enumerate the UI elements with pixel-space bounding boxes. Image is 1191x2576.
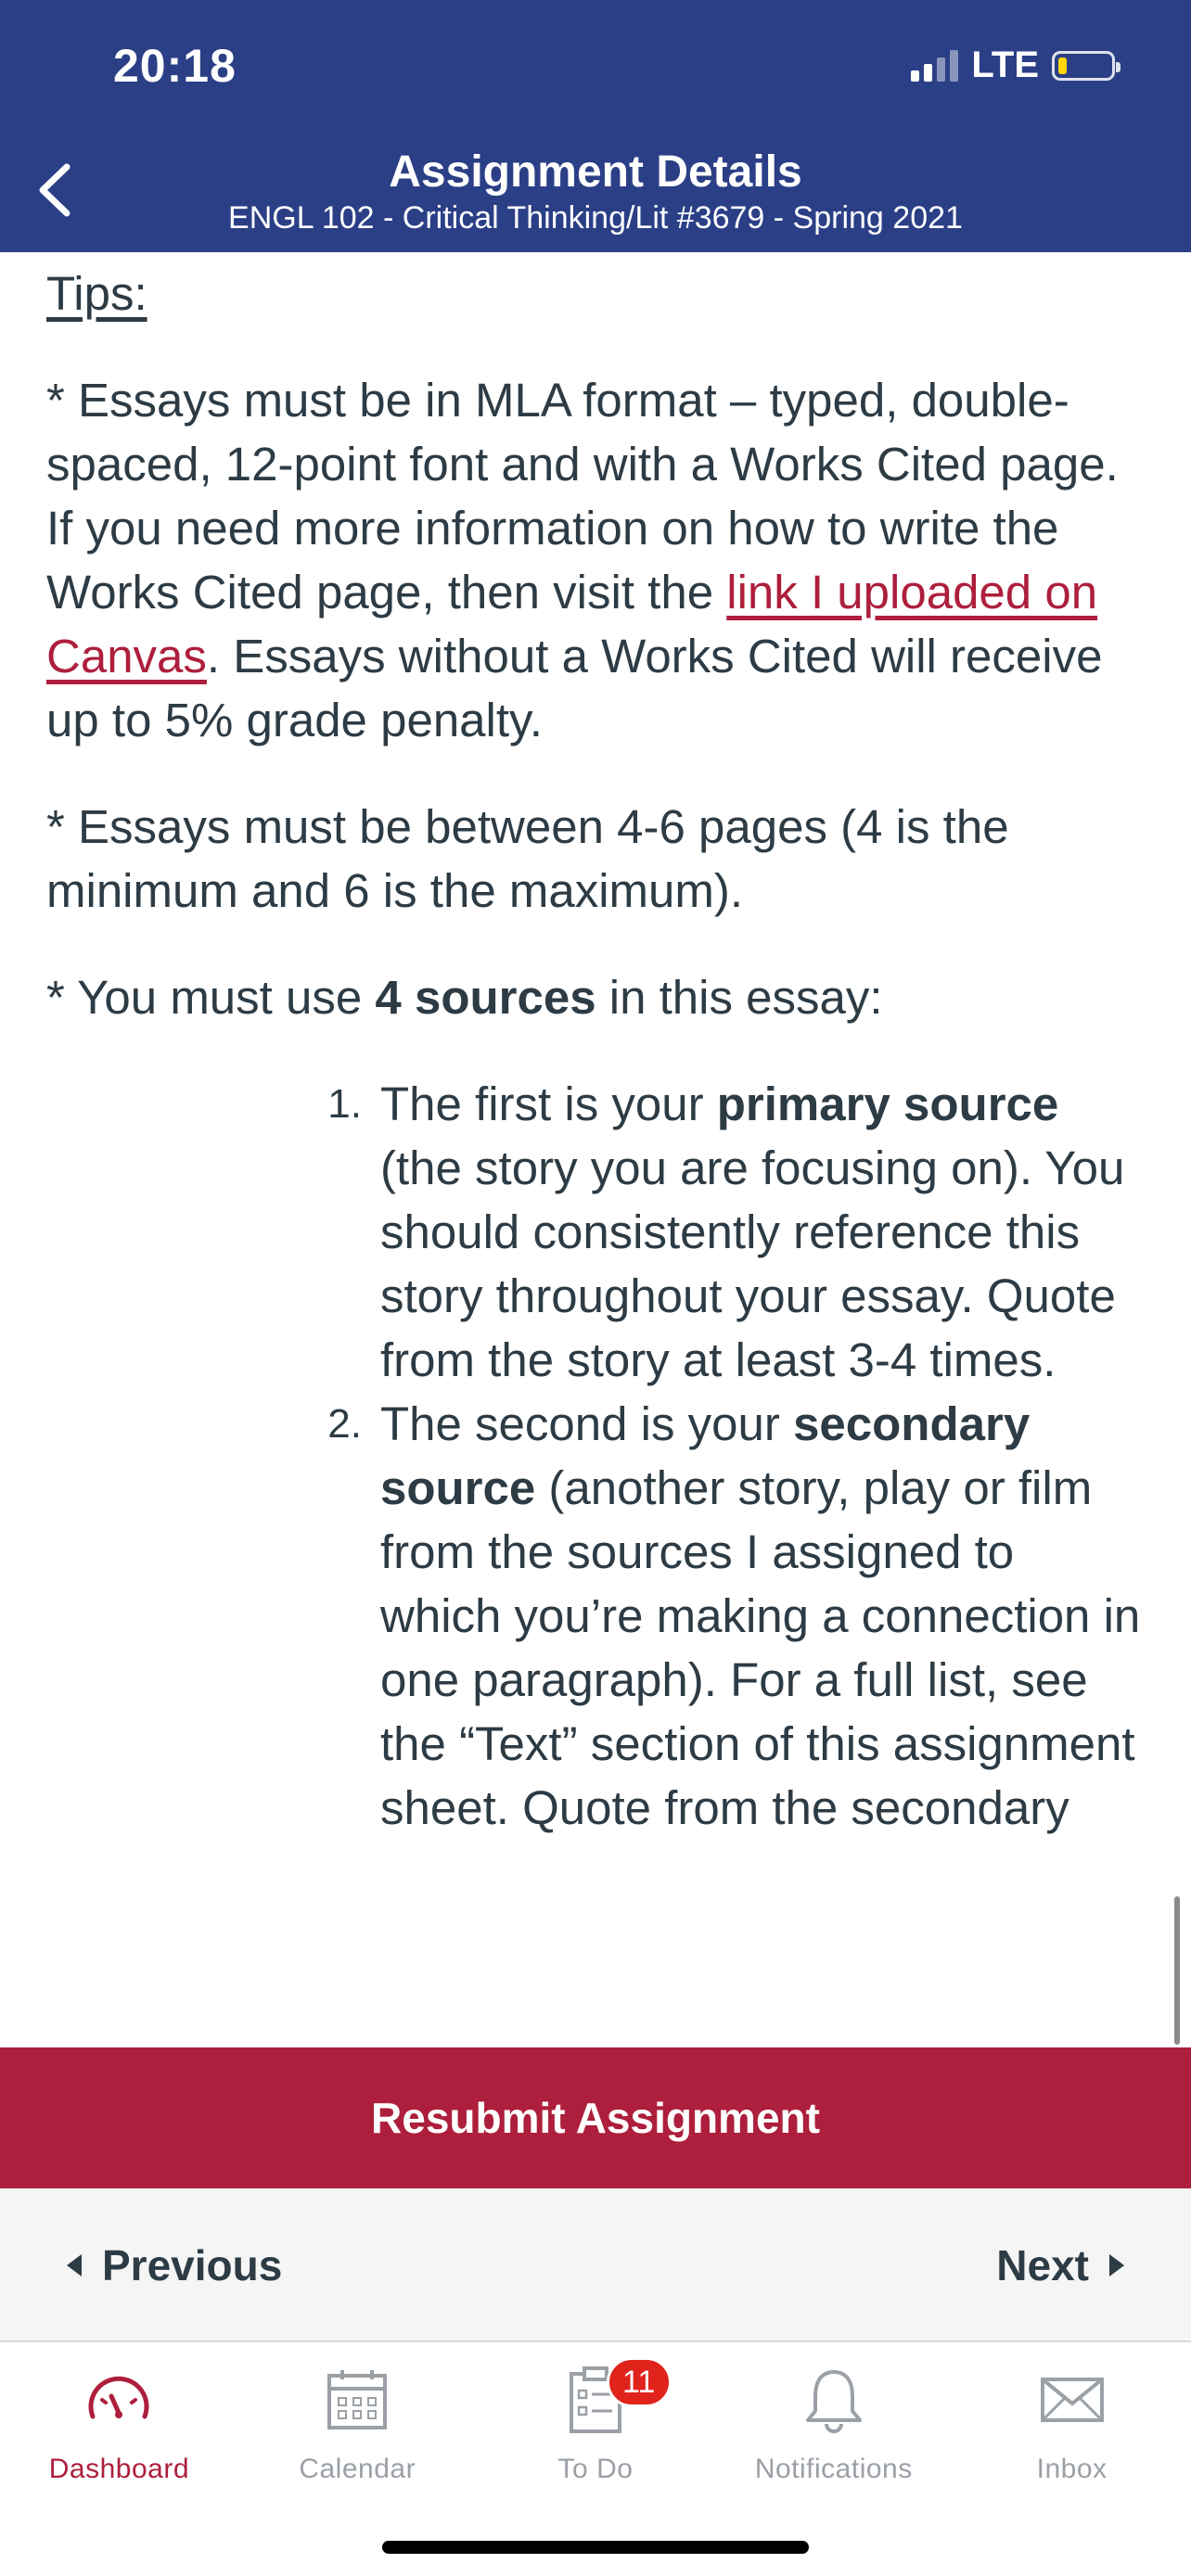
status-indicators: LTE [911, 45, 1121, 86]
list-item-text: The second is your secondary source (ano… [380, 1392, 1145, 1840]
calendar-icon [327, 2370, 388, 2429]
course-subtitle: ENGL 102 - Critical Thinking/Lit #3679 -… [228, 200, 963, 236]
list-item-text: The first is your primary source (the st… [380, 1072, 1145, 1392]
list-item: 1. The first is your primary source (the… [315, 1072, 1145, 1392]
previous-label: Previous [102, 2241, 283, 2289]
list-text: The first is your [380, 1078, 717, 1130]
network-type: LTE [971, 45, 1039, 85]
tab-inbox[interactable]: Inbox [953, 2342, 1191, 2576]
scrollbar[interactable] [1174, 1896, 1180, 2045]
sources-paragraph: * You must use 4 sources in this essay: [46, 965, 1145, 1029]
next-button[interactable]: Next [996, 2240, 1124, 2290]
sources-count: 4 sources [375, 971, 596, 1024]
status-time: 20:18 [113, 40, 237, 92]
caret-left-icon [67, 2254, 82, 2276]
mla-format-paragraph: * Essays must be in MLA format – typed, … [46, 368, 1145, 752]
page-title: Assignment Details [389, 147, 802, 197]
tab-dashboard[interactable]: Dashboard [0, 2342, 238, 2576]
sources-list: 1. The first is your primary source (the… [46, 1072, 1145, 1840]
list-item: 2. The second is your secondary source (… [315, 1392, 1145, 1840]
tab-label: Calendar [299, 2454, 416, 2484]
envelope-icon [1040, 2378, 1104, 2422]
tab-label: Inbox [1036, 2454, 1108, 2484]
list-text: The second is your [380, 1397, 794, 1450]
tab-label: Notifications [754, 2454, 913, 2484]
list-bold-text: primary source [716, 1078, 1059, 1130]
paragraph-text: * You must use [46, 971, 376, 1024]
home-indicator[interactable] [382, 2541, 809, 2554]
caret-right-icon [1109, 2254, 1124, 2276]
page-length-paragraph: * Essays must be between 4-6 pages (4 is… [46, 800, 1009, 917]
next-label: Next [996, 2241, 1089, 2289]
paragraph-text: in this essay: [596, 971, 883, 1024]
assignment-pager: Previous Next [0, 2188, 1191, 2342]
resubmit-assignment-button[interactable]: Resubmit Assignment [0, 2047, 1191, 2188]
list-text: (the story you are focusing on). You sho… [380, 1141, 1125, 1386]
assignment-description[interactable]: Tips: * Essays must be in MLA format – t… [0, 252, 1191, 2047]
previous-button[interactable]: Previous [67, 2240, 282, 2290]
bell-icon [805, 2370, 862, 2433]
battery-icon [1052, 50, 1121, 81]
tips-heading: Tips: [46, 267, 147, 320]
cellular-signal-icon [911, 49, 959, 82]
todo-count-badge: 11 [606, 2357, 672, 2407]
list-number: 2. [327, 1401, 362, 1447]
tab-label: To Do [557, 2454, 634, 2484]
dashboard-gauge-icon [88, 2376, 149, 2419]
tab-label: Dashboard [48, 2454, 190, 2484]
list-text: (another story, play or film from the so… [380, 1461, 1141, 1834]
list-number: 1. [327, 1081, 362, 1127]
app-header: 20:18 LTE Assignment Details ENGL 102 - … [0, 0, 1191, 252]
